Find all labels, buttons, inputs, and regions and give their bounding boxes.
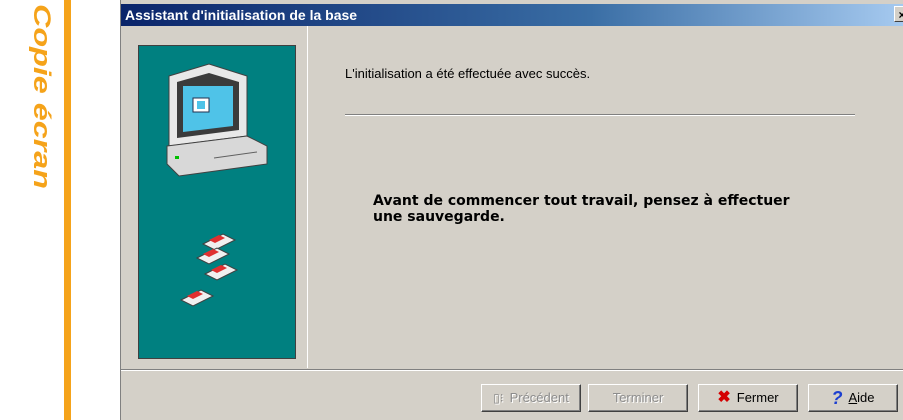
finish-button[interactable]: Terminer	[588, 384, 688, 412]
floppy-disk-icon	[203, 263, 239, 281]
previous-icon: ▯⁝	[493, 391, 504, 405]
dialog-title: Assistant d'initialisation de la base	[125, 7, 358, 23]
previous-label: Précédent	[509, 390, 569, 405]
button-bar-separator	[121, 369, 903, 371]
floppy-disk-icon	[179, 289, 215, 307]
wizard-side-panel	[138, 45, 296, 359]
floppy-disk-icon	[195, 247, 231, 265]
title-bar[interactable]: Assistant d'initialisation de la base ×	[121, 4, 903, 26]
help-label: Aide	[848, 390, 875, 405]
close-window-button[interactable]: ×	[894, 6, 903, 22]
previous-button[interactable]: ▯⁝ Précédent	[481, 384, 581, 412]
wizard-dialog: Assistant d'initialisation de la base ×	[120, 0, 903, 420]
separator	[345, 114, 855, 116]
margin-accent-bar	[64, 0, 71, 420]
computer-icon	[166, 63, 268, 177]
close-label: Fermer	[736, 390, 779, 405]
red-x-icon: ✖	[717, 389, 731, 406]
success-message: L'initialisation a été effectuée avec su…	[345, 66, 591, 81]
question-mark-icon: ?	[831, 388, 843, 408]
floppy-disk-icon	[201, 233, 237, 251]
wizard-content: L'initialisation a été effectuée avec su…	[307, 26, 903, 368]
backup-reminder: Avant de commencer tout travail, pensez …	[373, 193, 790, 225]
help-button[interactable]: ? Aide	[808, 384, 898, 412]
margin-label-text: Copie écran	[28, 4, 55, 189]
finish-label: Terminer	[612, 390, 664, 405]
margin-label: Copie écran	[0, 0, 60, 200]
close-button[interactable]: ✖ Fermer	[698, 384, 798, 412]
